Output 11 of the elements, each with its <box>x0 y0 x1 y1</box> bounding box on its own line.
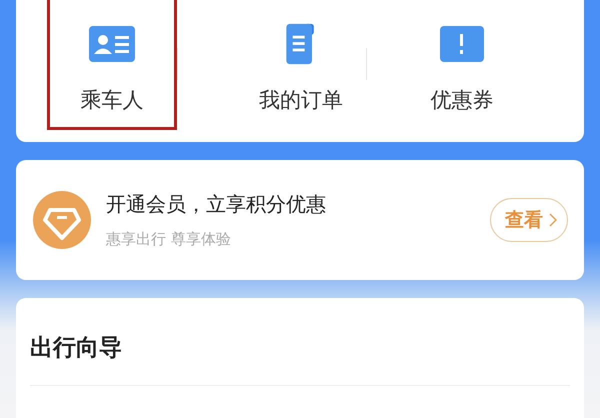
section-title: 出行向导 <box>30 334 123 363</box>
membership-subtitle: 惠享出行 尊享体验 <box>106 230 232 249</box>
shortcut-item[interactable]: 乘车人 <box>47 0 177 130</box>
membership-title: 开通会员，立享积分优惠 <box>106 191 327 218</box>
shortcut-item[interactable]: 优惠券 <box>397 0 527 130</box>
chevron-right-icon <box>549 213 557 227</box>
shortcut-label: 优惠券 <box>430 87 494 114</box>
shortcut-item[interactable]: 我的订单 <box>236 0 366 130</box>
diamond-badge-icon <box>32 190 92 250</box>
shortcut-label: 我的订单 <box>259 87 343 114</box>
shortcut-label: 乘车人 <box>80 87 144 114</box>
